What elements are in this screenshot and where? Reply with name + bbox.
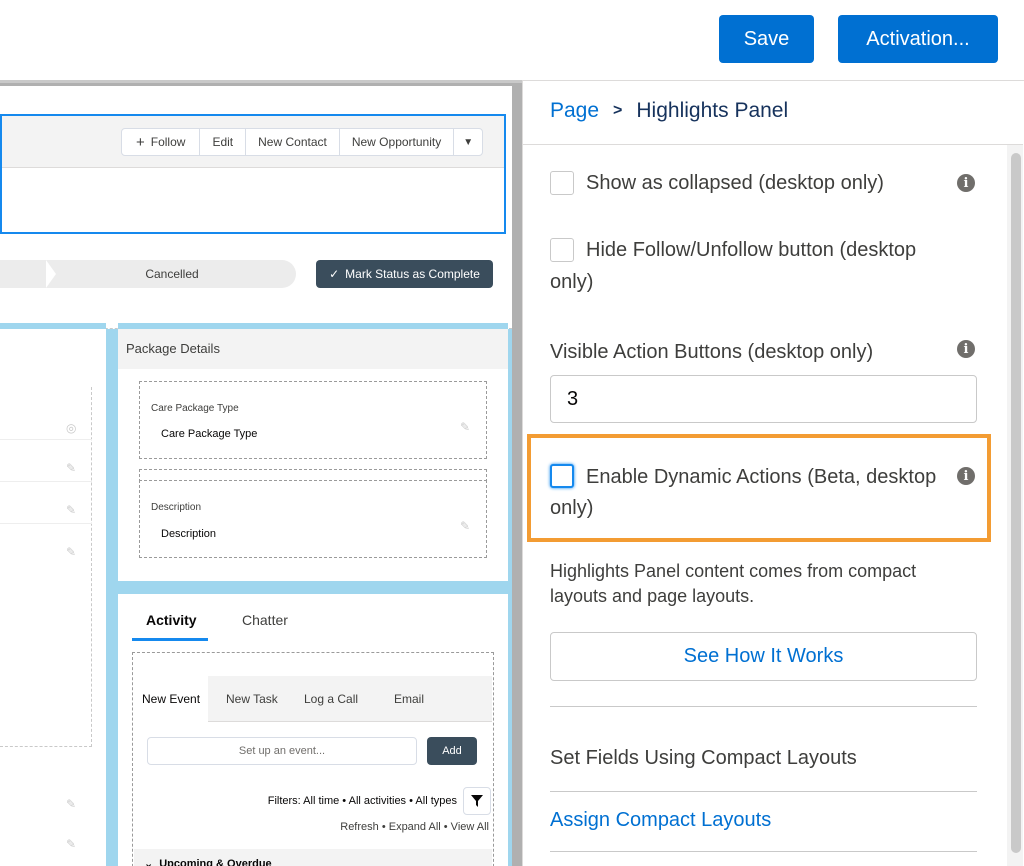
- scroll-thumb[interactable]: [1011, 153, 1021, 853]
- panel-scrollbar[interactable]: [1007, 145, 1023, 866]
- plus-icon: +: [136, 133, 145, 151]
- subtab-log-call[interactable]: Log a Call: [304, 692, 358, 706]
- more-actions-button[interactable]: ▼: [453, 128, 484, 156]
- help-text: Highlights Panel content comes from comp…: [550, 561, 917, 606]
- care-package-type-field[interactable]: [139, 469, 487, 547]
- hide-follow-label: Hide Follow/Unfollow button (desktop: [586, 239, 917, 261]
- filters-text: Filters: All time • All activities • All…: [267, 795, 457, 807]
- highlights-header: + Follow Edit New Contact New Opportunit…: [2, 116, 504, 168]
- caret-down-icon: ▼: [463, 136, 474, 148]
- breadcrumb-page-link[interactable]: Page: [550, 99, 599, 123]
- path-stage-cancelled[interactable]: Cancelled: [120, 260, 224, 288]
- properties-panel: Page > Highlights Panel Show as collapse…: [522, 80, 1024, 866]
- subtab-email[interactable]: Email: [394, 692, 424, 706]
- info-icon[interactable]: i: [957, 467, 975, 485]
- left-column: ◎ ✎ ✎ ✎ ✎ ✎: [0, 323, 106, 866]
- section-divider: [550, 791, 977, 792]
- check-icon: ✓: [329, 267, 340, 281]
- activity-composer: New Event New Task Log a Call Email Set …: [132, 652, 494, 866]
- edit-button[interactable]: Edit: [199, 128, 247, 156]
- follow-button[interactable]: + Follow: [121, 128, 201, 156]
- filter-button[interactable]: [463, 787, 491, 815]
- section-divider: [550, 851, 977, 852]
- save-button[interactable]: Save: [719, 15, 814, 63]
- breadcrumb-current: Highlights Panel: [636, 99, 789, 122]
- section-divider: [550, 706, 977, 707]
- path-component: Cancelled ✓ Mark Status as Complete: [0, 246, 512, 296]
- new-contact-button[interactable]: New Contact: [245, 128, 340, 156]
- package-details-card: Package Details: [118, 323, 508, 581]
- mark-complete-label: Mark Status as Complete: [345, 267, 480, 281]
- subtab-new-event[interactable]: New Event: [134, 676, 209, 722]
- activity-card: Activity Chatter New Event New Task Log …: [118, 585, 508, 866]
- assign-compact-layouts-link[interactable]: Assign Compact Layouts: [550, 809, 771, 832]
- show-collapsed-label: Show as collapsed (desktop only): [586, 172, 884, 194]
- refresh-links[interactable]: Refresh • Expand All • View All: [340, 821, 489, 833]
- event-input[interactable]: Set up an event...: [147, 737, 417, 765]
- lookup-icon: ◎: [66, 421, 77, 435]
- visible-actions-label: Visible Action Buttons (desktop only): [550, 341, 874, 363]
- info-icon[interactable]: i: [957, 174, 975, 192]
- pencil-icon[interactable]: ✎: [66, 461, 76, 475]
- mark-complete-button[interactable]: ✓ Mark Status as Complete: [316, 260, 493, 288]
- dynamic-actions-label-cont: only): [550, 497, 594, 519]
- new-opportunity-button[interactable]: New Opportunity: [338, 128, 455, 156]
- active-tab-indicator: [132, 638, 208, 641]
- top-toolbar: Save Activation...: [0, 0, 1024, 80]
- panel-divider: [523, 144, 1023, 145]
- breadcrumb: Page > Highlights Panel: [550, 99, 788, 123]
- see-how-it-works-button[interactable]: See How It Works: [550, 632, 977, 681]
- hide-follow-label-cont: only): [550, 271, 594, 293]
- path-chevron: [46, 260, 56, 288]
- pencil-icon[interactable]: ✎: [66, 837, 76, 851]
- tab-activity[interactable]: Activity: [146, 612, 197, 628]
- follow-label: Follow: [150, 135, 186, 149]
- filter-icon: [471, 795, 483, 807]
- pencil-icon[interactable]: ✎: [66, 503, 76, 517]
- info-icon[interactable]: i: [957, 340, 975, 358]
- pencil-icon[interactable]: ✎: [66, 797, 76, 811]
- upcoming-label: Upcoming & Overdue: [159, 858, 272, 866]
- action-button-group: + Follow Edit New Contact New Opportunit…: [121, 128, 484, 156]
- page-canvas: + Follow Edit New Contact New Opportunit…: [0, 80, 522, 866]
- hide-follow-checkbox[interactable]: [550, 238, 574, 262]
- chevron-down-icon: ⌄: [144, 858, 154, 866]
- dynamic-actions-checkbox[interactable]: [550, 464, 574, 488]
- visible-actions-input[interactable]: 3: [550, 375, 977, 423]
- canvas-inner: + Follow Edit New Contact New Opportunit…: [0, 86, 512, 866]
- breadcrumb-separator: >: [613, 102, 623, 119]
- highlights-panel-component[interactable]: + Follow Edit New Contact New Opportunit…: [0, 114, 506, 234]
- dynamic-actions-label: Enable Dynamic Actions (Beta, desktop: [586, 466, 937, 488]
- subtab-new-task[interactable]: New Task: [226, 692, 278, 706]
- package-details-title: Package Details: [118, 329, 508, 369]
- set-fields-heading: Set Fields Using Compact Layouts: [550, 747, 857, 769]
- show-collapsed-checkbox[interactable]: [550, 171, 574, 195]
- activity-subtabs: New Event New Task Log a Call Email: [134, 676, 492, 722]
- left-fields: ◎ ✎ ✎ ✎: [0, 387, 92, 747]
- tab-chatter[interactable]: Chatter: [242, 612, 288, 628]
- add-button[interactable]: Add: [427, 737, 477, 765]
- activation-button[interactable]: Activation...: [838, 15, 998, 63]
- upcoming-overdue-section[interactable]: ⌄ Upcoming & Overdue: [134, 849, 492, 866]
- pencil-icon[interactable]: ✎: [66, 545, 76, 559]
